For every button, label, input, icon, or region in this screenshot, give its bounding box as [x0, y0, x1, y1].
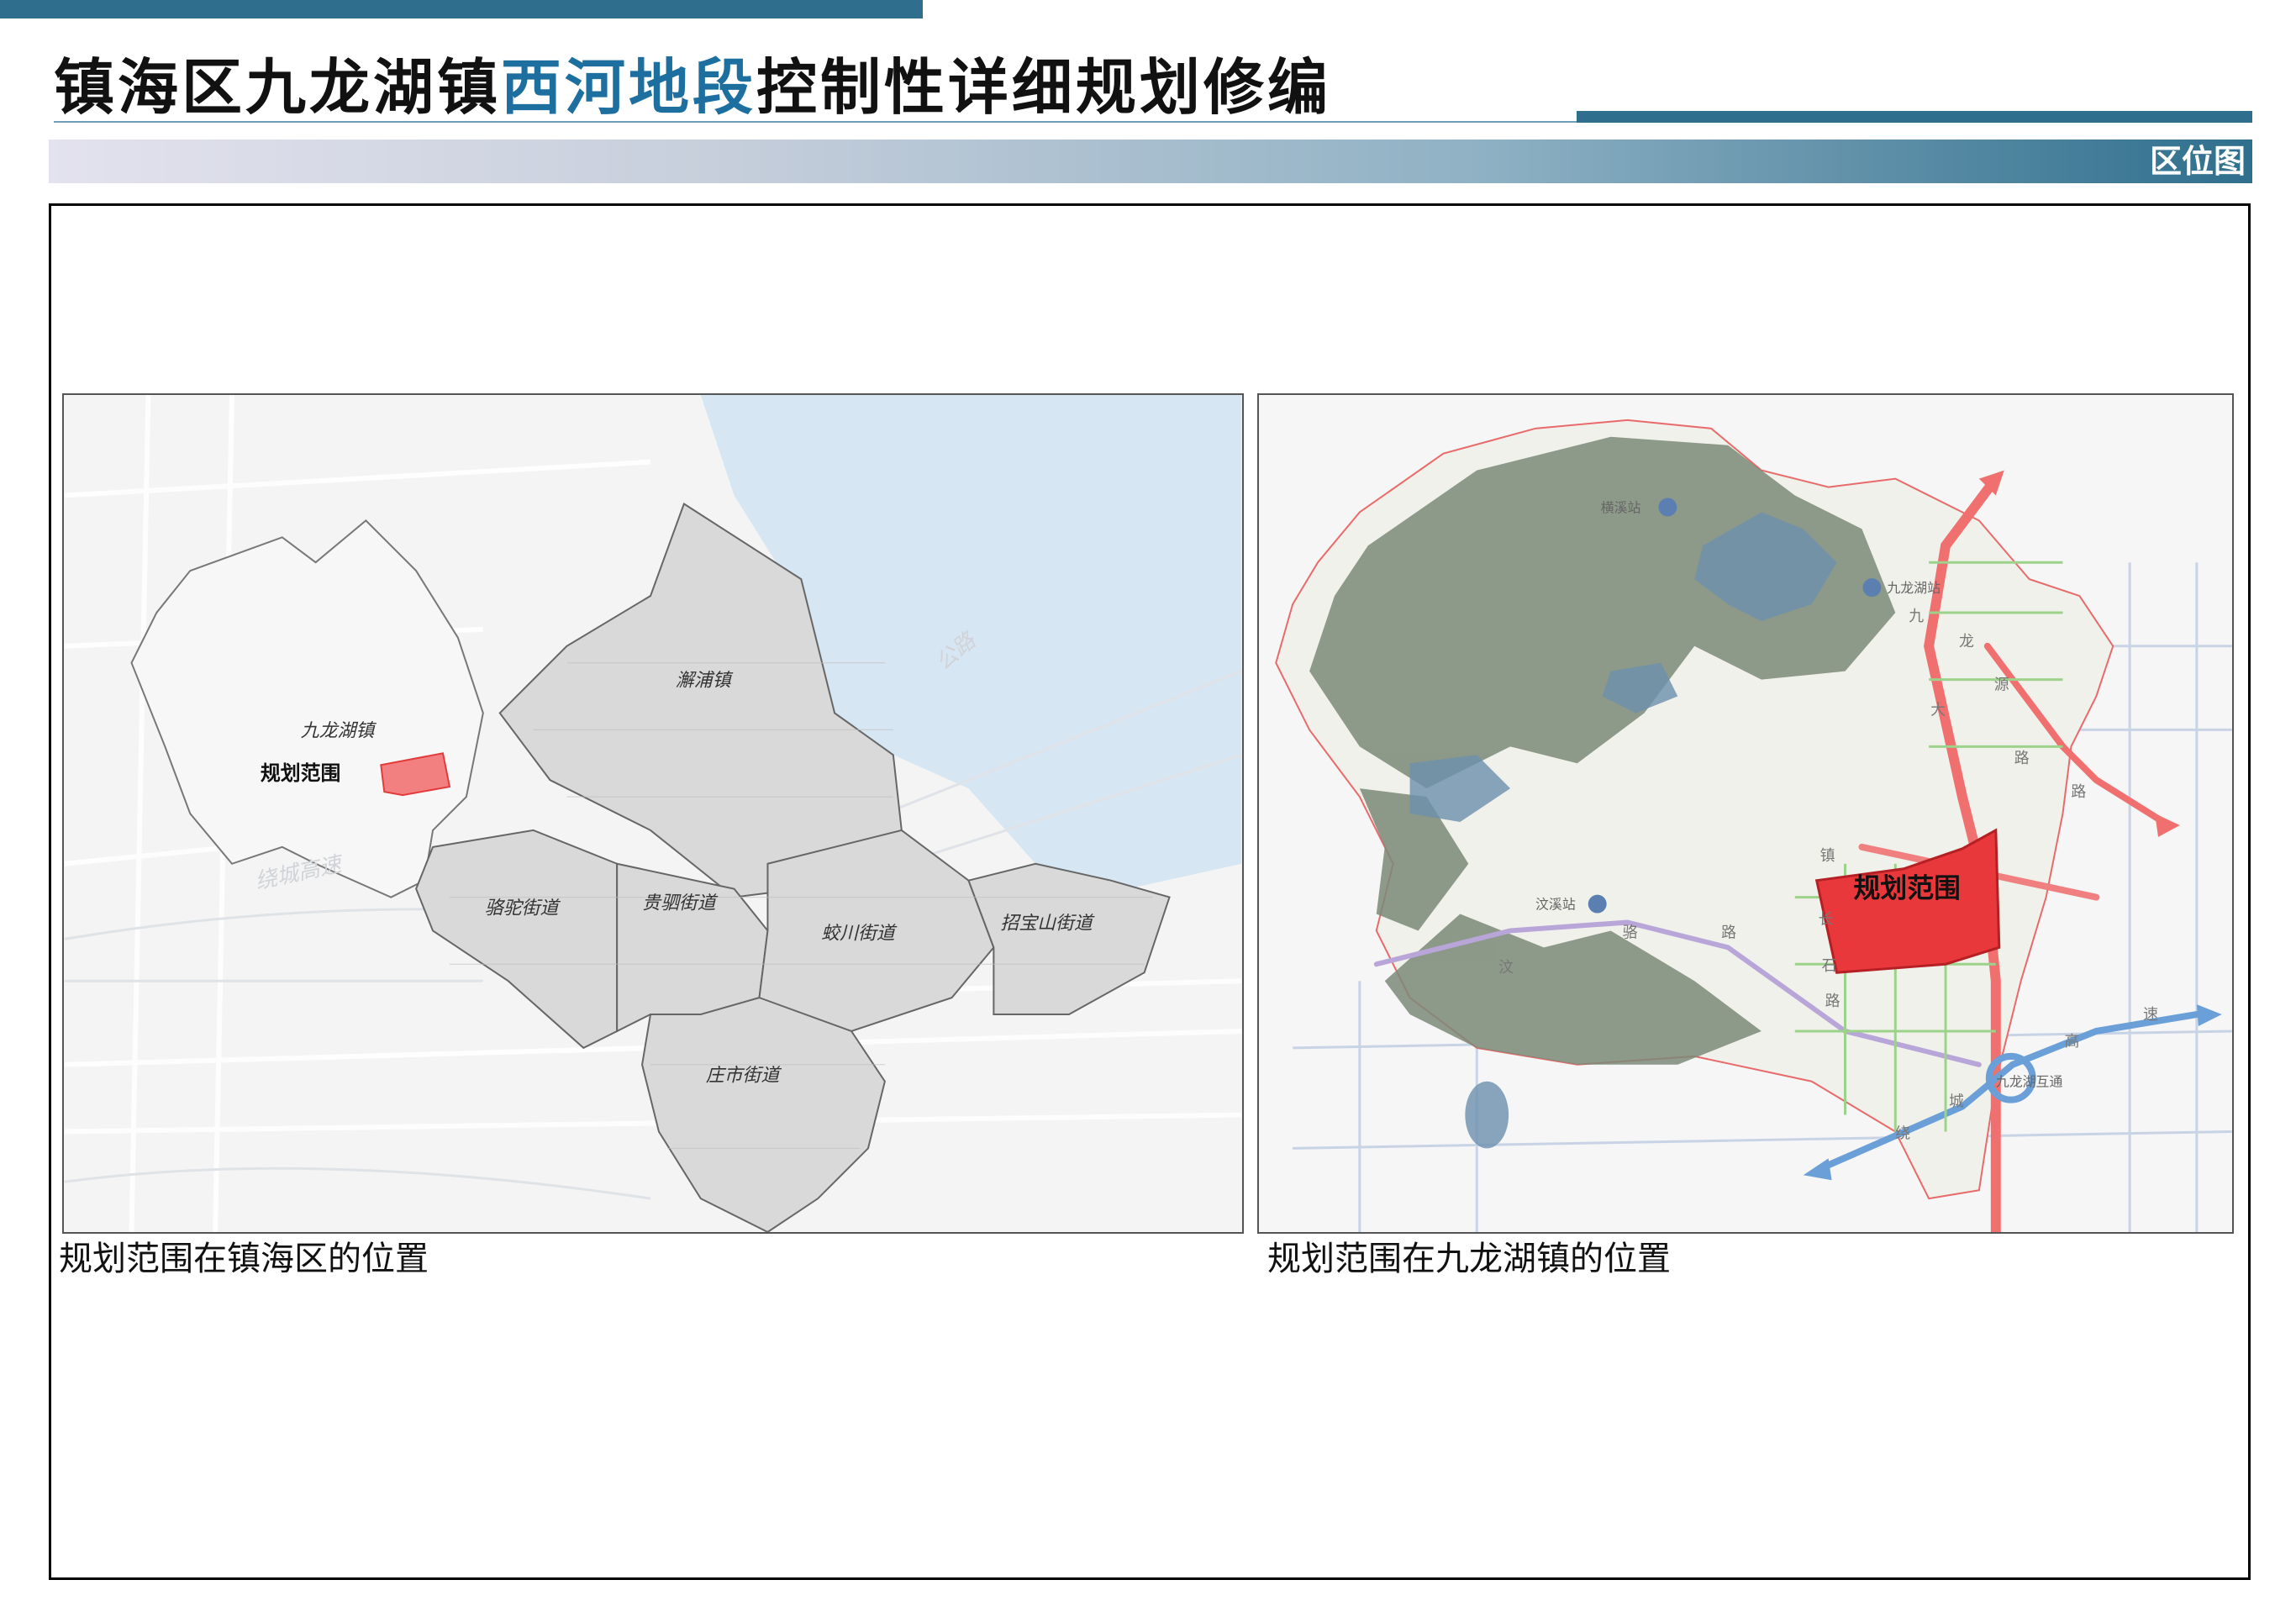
page-title: 镇海区九龙湖镇西河地段控制性详细规划修编 — [54, 47, 1331, 128]
road-char-lu2: 路 — [2071, 783, 2086, 801]
caption-left: 规划范围在镇海区的位置 — [59, 1240, 429, 1278]
right-accent-bar — [1577, 111, 2252, 123]
title-underline — [54, 121, 1583, 123]
label-zhuangshi: 庄市街道 — [706, 1066, 782, 1087]
road-char-luo: 骆 — [1623, 924, 1638, 941]
lake-south — [1465, 1081, 1509, 1149]
label-jiulonghu-station: 九龙湖站 — [1887, 580, 1941, 596]
label-guisi: 贵驷街道 — [642, 893, 719, 914]
road-char-jiu: 九 — [1909, 608, 1924, 625]
road-char-yuan: 源 — [1994, 677, 2009, 694]
road-char-shi: 石 — [1822, 957, 1837, 975]
road-char-lu4: 路 — [1825, 993, 1840, 1010]
road-char-wen: 汶 — [1498, 959, 1514, 977]
title-part2: 控制性详细规划修编 — [756, 52, 1332, 123]
label-planning-area-right: 规划范围 — [1853, 872, 1960, 904]
label-jiaochuan: 蛟川街道 — [821, 923, 898, 944]
label-planning-area-left: 规划范围 — [261, 761, 341, 785]
label-luotuo: 骆驼街道 — [485, 898, 561, 919]
title-part1: 镇海区九龙湖镇 — [54, 52, 502, 123]
title-highlight: 西河地段 — [501, 52, 757, 123]
road-char-su: 速 — [2143, 1006, 2158, 1024]
label-hanqi-station: 汶溪站 — [1535, 897, 1576, 913]
label-zhaobaoshan: 招宝山街道 — [1000, 913, 1095, 934]
road-char-zhen: 镇 — [1820, 847, 1835, 865]
road-char-gao: 高 — [2064, 1033, 2079, 1051]
road-char-lu1: 路 — [2014, 750, 2030, 767]
road-char-cheng: 城 — [1949, 1093, 1964, 1111]
zhenhai-district-map: 九龙湖镇 澥浦镇 骆驼街道 贵驷街道 蛟川街道 招宝山街道 庄市街道 绕城高速 … — [62, 393, 1244, 1234]
jiulonghu-town-map: 规划范围 横溪站 九龙湖站 汶溪站 九龙湖互通 九 龙 大 源 路 路 汶 骆 … — [1257, 393, 2234, 1234]
caption-right: 规划范围在九龙湖镇的位置 — [1267, 1240, 1671, 1278]
bus-icon-hengxi — [1658, 498, 1677, 517]
label-interchange: 九龙湖互通 — [1996, 1074, 2063, 1090]
road-char-long: 龙 — [1959, 633, 1974, 650]
top-accent-bar — [0, 0, 923, 18]
label-jiulonghu: 九龙湖镇 — [301, 720, 377, 741]
road-char-da: 大 — [1930, 701, 1946, 719]
label-xiepu: 澥浦镇 — [676, 671, 734, 692]
road-char-chang: 长 — [1819, 910, 1834, 928]
label-hengxi-station: 横溪站 — [1601, 499, 1641, 515]
section-banner — [49, 140, 2252, 183]
road-char-lu3: 路 — [1721, 924, 1736, 941]
section-label: 区位图 — [2149, 143, 2246, 180]
bus-icon-hanqi — [1588, 894, 1607, 914]
bus-icon-jiulonghu — [1862, 578, 1882, 598]
road-char-rao: 绕 — [1895, 1124, 1910, 1142]
